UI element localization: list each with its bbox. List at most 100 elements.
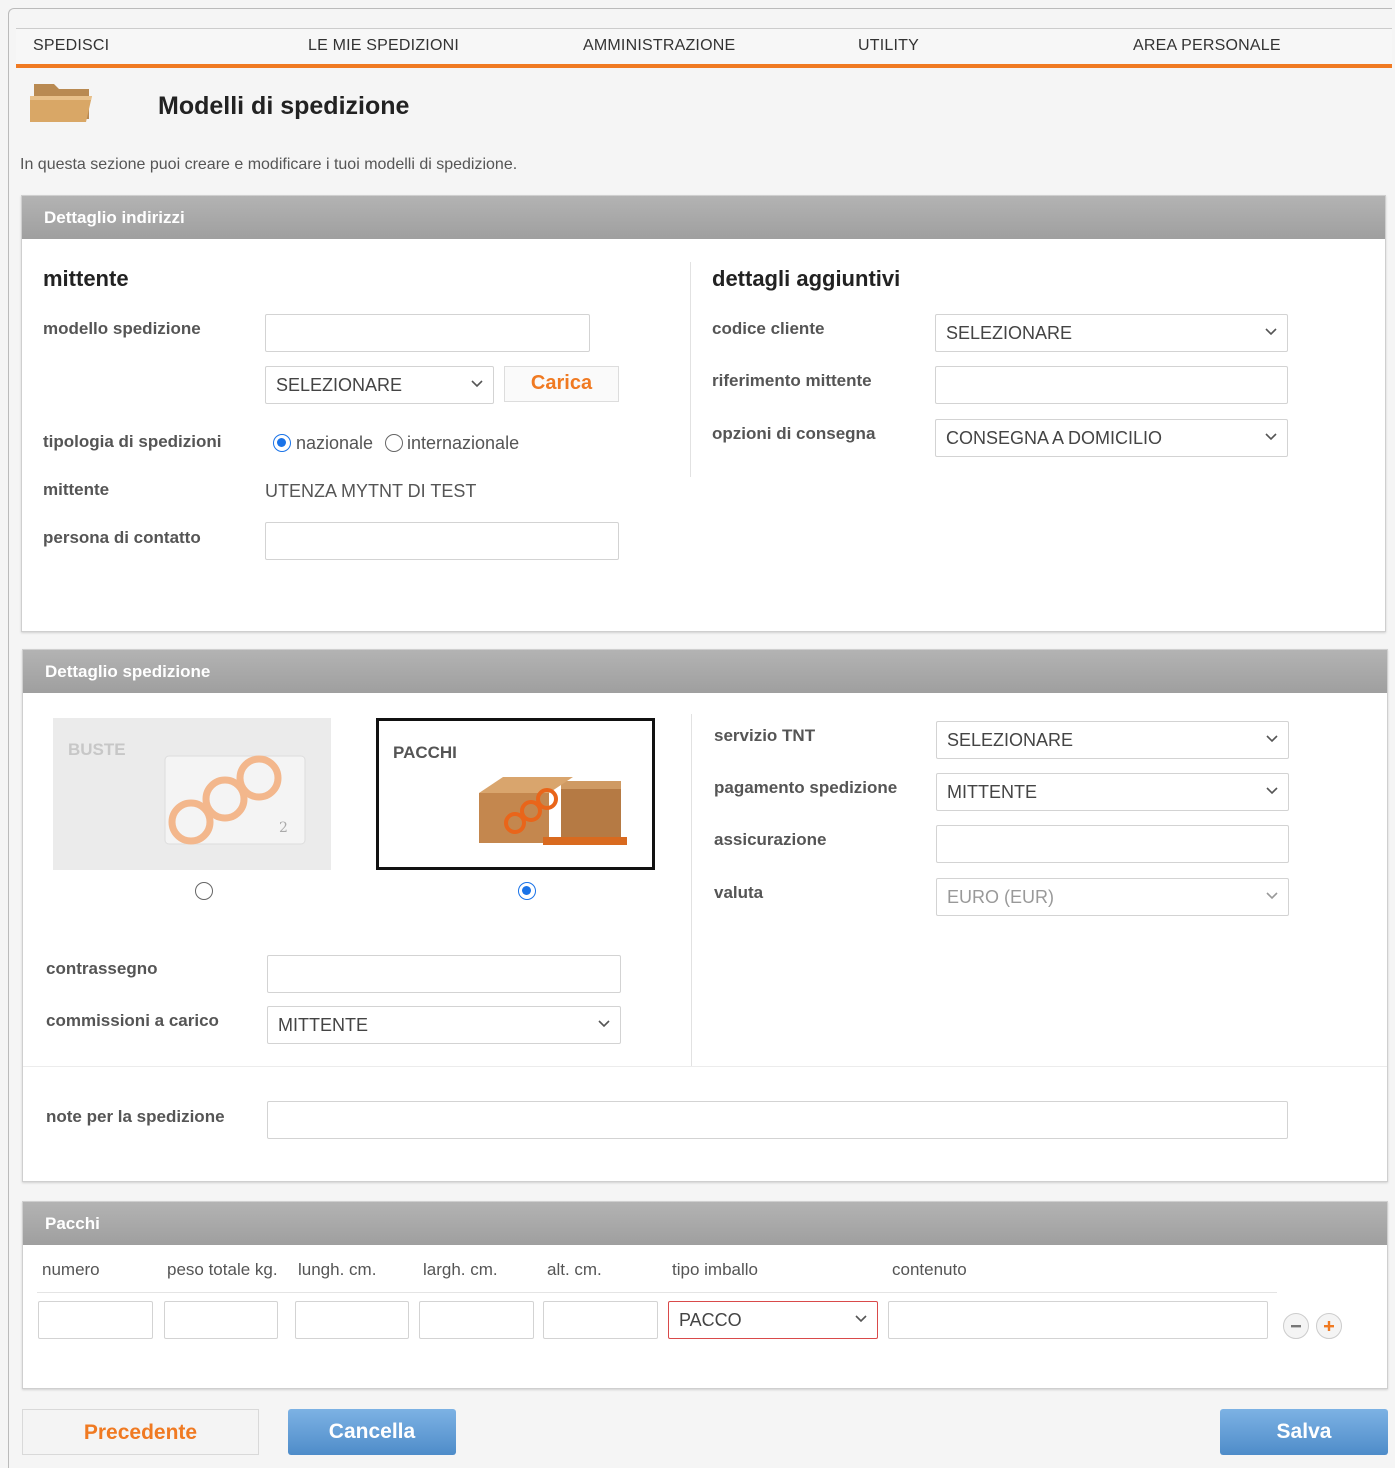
col-header-numero: numero bbox=[42, 1260, 100, 1279]
chevron-down-icon bbox=[1266, 892, 1278, 900]
opzioni-consegna-value: CONSEGNA A DOMICILIO bbox=[946, 428, 1163, 448]
panel-header: Dettaglio spedizione bbox=[23, 650, 1387, 693]
cancella-button[interactable]: Cancella bbox=[288, 1409, 456, 1455]
panel-dettaglio-indirizzi: Dettaglio indirizzi mittente modello spe… bbox=[21, 195, 1386, 632]
contenuto-input[interactable] bbox=[888, 1301, 1268, 1339]
card-pacchi[interactable]: PACCHI bbox=[376, 718, 655, 870]
modello-spedizione-input[interactable] bbox=[265, 314, 590, 352]
add-row-button[interactable] bbox=[1316, 1313, 1342, 1339]
mittente-value: UTENZA MYTNT DI TEST bbox=[265, 481, 477, 501]
riferimento-mittente-input[interactable] bbox=[935, 366, 1288, 404]
commissioni-value: MITTENTE bbox=[278, 1015, 368, 1035]
top-nav: SPEDISCI LE MIE SPEDIZIONI AMMINISTRAZIO… bbox=[16, 28, 1392, 68]
codice-cliente-select[interactable]: SELEZIONARE bbox=[935, 314, 1288, 352]
header-divider bbox=[37, 1292, 1277, 1293]
col-header-larghezza: largh. cm. bbox=[423, 1260, 498, 1279]
section-title-mittente: mittente bbox=[43, 266, 129, 291]
column-divider bbox=[691, 714, 692, 1066]
card-buste-label: BUSTE bbox=[68, 740, 126, 759]
radio-buste[interactable] bbox=[195, 882, 213, 900]
section-title-dettagli-aggiuntivi: dettagli aggiuntivi bbox=[712, 266, 901, 291]
panel-header: Pacchi bbox=[23, 1202, 1387, 1245]
contrassegno-input[interactable] bbox=[267, 955, 621, 993]
altezza-input[interactable] bbox=[543, 1301, 658, 1339]
col-header-contenuto: contenuto bbox=[892, 1260, 967, 1279]
panel-header: Dettaglio indirizzi bbox=[22, 196, 1385, 239]
nav-item-le-mie-spedizioni[interactable]: LE MIE SPEDIZIONI bbox=[308, 37, 459, 55]
label-modello-spedizione: modello spedizione bbox=[43, 319, 201, 338]
salva-button[interactable]: Salva bbox=[1220, 1409, 1388, 1455]
radio-pacchi[interactable] bbox=[518, 882, 536, 900]
plus-icon bbox=[1324, 1321, 1334, 1331]
section-divider bbox=[23, 1066, 1387, 1067]
chevron-down-icon bbox=[1265, 433, 1277, 441]
chevron-down-icon bbox=[1265, 328, 1277, 336]
nav-item-amministrazione[interactable]: AMMINISTRAZIONE bbox=[583, 37, 735, 55]
chevron-down-icon bbox=[855, 1315, 867, 1323]
label-persona-di-contatto: persona di contatto bbox=[43, 528, 201, 547]
envelope-icon: 2 bbox=[164, 755, 306, 845]
note-spedizione-input[interactable] bbox=[267, 1101, 1288, 1139]
folder-icon bbox=[30, 84, 92, 122]
minus-icon bbox=[1291, 1325, 1301, 1328]
card-buste[interactable]: BUSTE 2 bbox=[53, 718, 331, 870]
radio-nazionale[interactable] bbox=[273, 434, 291, 452]
boxes-icon bbox=[479, 777, 627, 845]
chevron-down-icon bbox=[471, 380, 483, 388]
card-pacchi-label: PACCHI bbox=[393, 743, 457, 762]
valuta-value: EURO (EUR) bbox=[947, 887, 1054, 907]
chevron-down-icon bbox=[598, 1020, 610, 1028]
intro-text: In questa sezione puoi creare e modifica… bbox=[20, 156, 518, 173]
numero-input[interactable] bbox=[38, 1301, 153, 1339]
label-note-per-la-spedizione: note per la spedizione bbox=[46, 1107, 225, 1126]
col-header-lunghezza: lungh. cm. bbox=[298, 1260, 377, 1279]
modello-select[interactable]: SELEZIONARE bbox=[265, 366, 494, 404]
label-commissioni-a-carico: commissioni a carico bbox=[46, 1011, 219, 1030]
page-title: Modelli di spedizione bbox=[158, 92, 410, 120]
nav-item-area-personale[interactable]: AREA PERSONALE bbox=[1133, 37, 1281, 55]
chevron-down-icon bbox=[1266, 735, 1278, 743]
label-riferimento-mittente: riferimento mittente bbox=[712, 371, 872, 390]
label-codice-cliente: codice cliente bbox=[712, 319, 825, 338]
tipo-imballo-select[interactable]: PACCO bbox=[668, 1301, 878, 1339]
opzioni-consegna-select[interactable]: CONSEGNA A DOMICILIO bbox=[935, 419, 1288, 457]
svg-text:2: 2 bbox=[279, 820, 288, 836]
nav-item-utility[interactable]: UTILITY bbox=[858, 37, 919, 55]
label-contrassegno: contrassegno bbox=[46, 959, 158, 978]
pagamento-value: MITTENTE bbox=[947, 782, 1037, 802]
col-header-peso: peso totale kg. bbox=[167, 1260, 278, 1279]
col-header-tipo-imballo: tipo imballo bbox=[672, 1260, 758, 1279]
tipo-imballo-value: PACCO bbox=[679, 1310, 742, 1330]
label-mittente: mittente bbox=[43, 480, 110, 499]
servizio-tnt-value: SELEZIONARE bbox=[947, 730, 1074, 750]
servizio-tnt-select[interactable]: SELEZIONARE bbox=[936, 721, 1289, 759]
codice-cliente-value: SELEZIONARE bbox=[946, 323, 1073, 343]
radio-nazionale-label: nazionale bbox=[296, 433, 374, 453]
label-tipologia-spedizioni: tipologia di spedizioni bbox=[43, 432, 222, 451]
label-valuta: valuta bbox=[714, 883, 764, 902]
assicurazione-input[interactable] bbox=[936, 825, 1289, 863]
panel-pacchi: Pacchi numero peso totale kg. lungh. cm.… bbox=[22, 1201, 1388, 1389]
carica-button[interactable]: Carica bbox=[504, 366, 619, 402]
larghezza-input[interactable] bbox=[419, 1301, 534, 1339]
label-pagamento-spedizione: pagamento spedizione bbox=[714, 778, 898, 797]
remove-row-button[interactable] bbox=[1283, 1313, 1309, 1339]
label-opzioni-di-consegna: opzioni di consegna bbox=[712, 424, 876, 443]
peso-input[interactable] bbox=[164, 1301, 278, 1339]
label-assicurazione: assicurazione bbox=[714, 830, 827, 849]
panel-dettaglio-spedizione: Dettaglio spedizione BUSTE 2 PACCHI cont… bbox=[22, 649, 1388, 1182]
lunghezza-input[interactable] bbox=[295, 1301, 409, 1339]
pagamento-select[interactable]: MITTENTE bbox=[936, 773, 1289, 811]
radio-internazionale-label: internazionale bbox=[407, 433, 520, 453]
valuta-select[interactable]: EURO (EUR) bbox=[936, 878, 1289, 916]
commissioni-select[interactable]: MITTENTE bbox=[267, 1006, 621, 1044]
radio-internazionale[interactable] bbox=[385, 434, 403, 452]
nav-item-spedisci[interactable]: SPEDISCI bbox=[33, 37, 109, 55]
col-header-altezza: alt. cm. bbox=[547, 1260, 602, 1279]
column-divider bbox=[690, 262, 691, 477]
persona-di-contatto-input[interactable] bbox=[265, 522, 619, 560]
modello-select-value: SELEZIONARE bbox=[276, 375, 403, 395]
chevron-down-icon bbox=[1266, 787, 1278, 795]
label-servizio-tnt: servizio TNT bbox=[714, 726, 816, 745]
precedente-button[interactable]: Precedente bbox=[22, 1409, 259, 1455]
